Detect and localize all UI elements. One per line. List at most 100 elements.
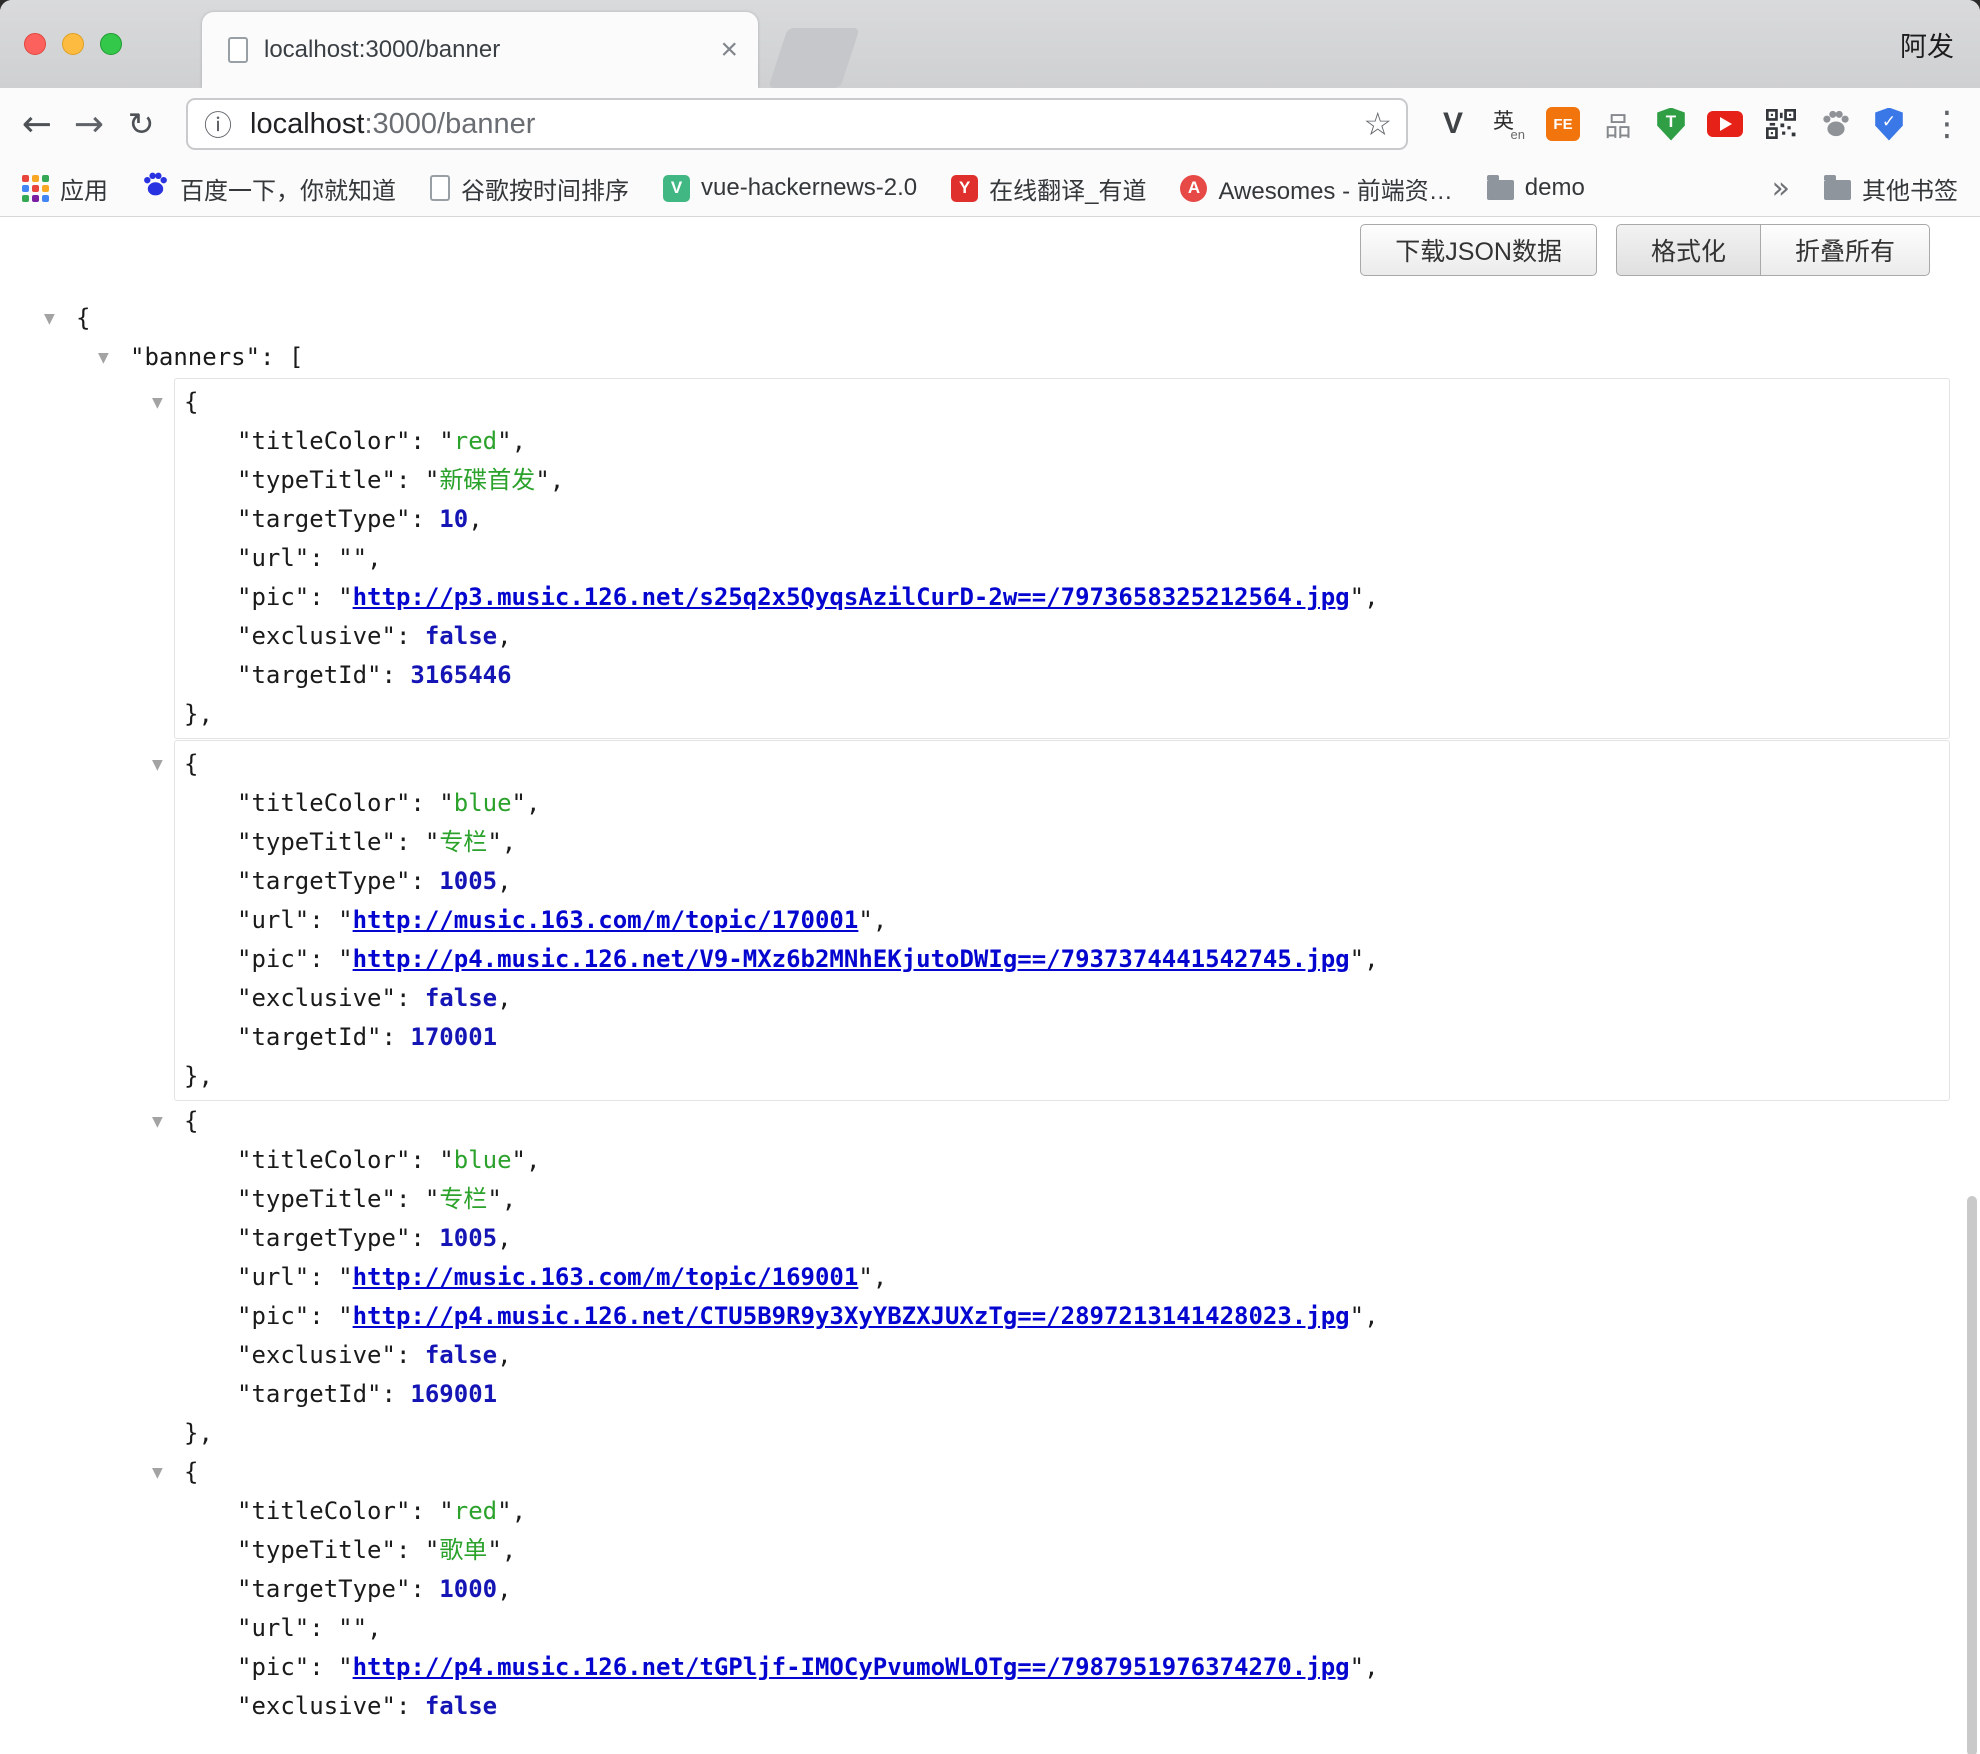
bookmark-item-awesomes[interactable]: A Awesomes - 前端资… bbox=[1180, 171, 1452, 206]
tab-favicon-page-icon bbox=[228, 37, 248, 63]
browser-menu-icon[interactable]: ⋮ bbox=[1930, 88, 1964, 160]
json-object-box: ▼{"titleColor": "red","typeTitle": "新碟首发… bbox=[174, 378, 1950, 739]
json-line: "url": "http://music.163.com/m/topic/170… bbox=[175, 901, 1949, 940]
json-link[interactable]: http://p4.music.126.net/V9-MXz6b2MNhEKju… bbox=[353, 945, 1350, 973]
extension-icons: V 英 en FE 品 T bbox=[1436, 88, 1904, 160]
vue-icon: V bbox=[663, 175, 690, 202]
json-line: "pic": "http://p4.music.126.net/V9-MXz6b… bbox=[175, 940, 1949, 979]
vimium-icon[interactable]: V bbox=[1436, 107, 1470, 141]
json-line: ▼{ bbox=[0, 1453, 1980, 1492]
bookmark-item-google-sort[interactable]: 谷歌按时间排序 bbox=[430, 171, 629, 206]
json-tree: ▼{▼"banners": [▼{"titleColor": "red","ty… bbox=[0, 299, 1980, 1754]
json-line: "targetType": 1000, bbox=[0, 1570, 1980, 1609]
json-line: "exclusive": false, bbox=[175, 617, 1949, 656]
json-link[interactable]: http://p4.music.126.net/CTU5B9R9y3XyYBZX… bbox=[353, 1302, 1350, 1330]
site-info-icon[interactable]: ⓘ bbox=[204, 104, 232, 144]
json-line: "exclusive": false bbox=[0, 1687, 1980, 1726]
back-button[interactable]: ← bbox=[14, 88, 60, 160]
json-line: "url": "", bbox=[0, 1609, 1980, 1648]
url-host: localhost bbox=[250, 108, 364, 140]
apps-grid-icon bbox=[22, 175, 49, 202]
green-shield-icon[interactable]: T bbox=[1656, 108, 1686, 141]
json-line: "url": "", bbox=[175, 539, 1949, 578]
profile-name[interactable]: 阿发 bbox=[1900, 0, 1954, 88]
translate-pen-icon[interactable]: 英 en bbox=[1491, 107, 1525, 141]
window-minimize-button[interactable] bbox=[62, 33, 84, 55]
bookmark-item-apps[interactable]: 应用 bbox=[22, 171, 108, 206]
bookmark-item-baidu[interactable]: 百度一下，你就知道 bbox=[142, 171, 396, 206]
json-line: "titleColor": "red", bbox=[175, 422, 1949, 461]
json-line: "pic": "http://p4.music.126.net/tGPljf-I… bbox=[0, 1648, 1980, 1687]
browser-tab[interactable]: localhost:3000/banner × bbox=[202, 12, 758, 88]
bookmark-item-vue-hackernews[interactable]: V vue-hackernews-2.0 bbox=[663, 174, 917, 202]
window-zoom-button[interactable] bbox=[100, 33, 122, 55]
org-chart-icon[interactable]: 品 bbox=[1601, 107, 1635, 141]
json-link[interactable]: http://p3.music.126.net/s25q2x5QyqsAzilC… bbox=[353, 583, 1350, 611]
folder-icon bbox=[1824, 180, 1851, 200]
bookmarks-overflow-chevron-icon[interactable]: » bbox=[1772, 171, 1790, 206]
page-icon bbox=[430, 175, 450, 201]
vertical-scrollbar[interactable] bbox=[1967, 1196, 1977, 1754]
json-line: "pic": "http://p4.music.126.net/CTU5B9R9… bbox=[0, 1297, 1980, 1336]
folder-icon bbox=[1487, 180, 1514, 200]
bookmark-item-demo[interactable]: demo bbox=[1487, 174, 1585, 202]
youtube-icon[interactable] bbox=[1707, 111, 1743, 137]
json-line: "targetType": 1005, bbox=[175, 862, 1949, 901]
collapse-all-button[interactable]: 折叠所有 bbox=[1760, 224, 1930, 276]
page-content: 下载JSON数据 格式化 折叠所有 ▼{▼"banners": [▼{"titl… bbox=[0, 218, 1980, 1754]
bookmarks-bar: 应用 百度一下，你就知道 谷歌按时间排序 V vue-hackernews-2.… bbox=[0, 160, 1980, 217]
json-line: "pic": "http://p3.music.126.net/s25q2x5Q… bbox=[175, 578, 1949, 617]
collapse-toggle-icon[interactable]: ▼ bbox=[152, 1454, 184, 1493]
action-buttons: 下载JSON数据 格式化 折叠所有 bbox=[1360, 224, 1930, 276]
paw-icon[interactable] bbox=[1819, 107, 1853, 141]
json-line: }, bbox=[175, 1057, 1949, 1096]
json-object-box: ▼{"titleColor": "blue","typeTitle": "专栏"… bbox=[174, 740, 1950, 1101]
bookmark-item-youdao[interactable]: Y 在线翻译_有道 bbox=[951, 171, 1146, 206]
browser-window: localhost:3000/banner × 阿发 ← → ↻ ⓘ local… bbox=[0, 0, 1980, 1754]
collapse-toggle-icon[interactable]: ▼ bbox=[98, 339, 130, 378]
omnibox[interactable]: ⓘ localhost:3000/banner ☆ bbox=[186, 98, 1408, 150]
forward-button[interactable]: → bbox=[66, 88, 112, 160]
collapse-toggle-icon[interactable]: ▼ bbox=[152, 746, 184, 785]
tab-strip: localhost:3000/banner × 阿发 bbox=[0, 0, 1980, 88]
toolbar: ← → ↻ ⓘ localhost:3000/banner ☆ V 英 en F… bbox=[0, 88, 1980, 160]
json-line: "targetType": 1005, bbox=[0, 1219, 1980, 1258]
json-line: "titleColor": "blue", bbox=[175, 784, 1949, 823]
json-line: }, bbox=[175, 695, 1949, 734]
fehelper-icon[interactable]: FE bbox=[1546, 107, 1580, 141]
security-check-icon[interactable]: ✓ bbox=[1874, 108, 1904, 141]
json-line: ▼{ bbox=[0, 299, 1980, 338]
json-line: "titleColor": "blue", bbox=[0, 1141, 1980, 1180]
url-text[interactable]: localhost:3000/banner bbox=[250, 108, 535, 141]
bookmark-star-icon[interactable]: ☆ bbox=[1363, 105, 1392, 143]
collapse-toggle-icon[interactable]: ▼ bbox=[152, 1103, 184, 1142]
qr-code-icon[interactable] bbox=[1764, 107, 1798, 141]
json-line: "typeTitle": "专栏", bbox=[175, 823, 1949, 862]
json-line: "titleColor": "red", bbox=[0, 1492, 1980, 1531]
json-line: "typeTitle": "专栏", bbox=[0, 1180, 1980, 1219]
collapse-toggle-icon[interactable]: ▼ bbox=[44, 300, 76, 339]
youdao-icon: Y bbox=[951, 175, 978, 202]
download-json-button[interactable]: 下载JSON数据 bbox=[1360, 224, 1597, 276]
json-link[interactable]: http://music.163.com/m/topic/169001 bbox=[353, 1263, 859, 1291]
json-line: "targetType": 10, bbox=[175, 500, 1949, 539]
json-line: "typeTitle": "歌单", bbox=[0, 1531, 1980, 1570]
format-button[interactable]: 格式化 bbox=[1616, 224, 1761, 276]
json-line: "typeTitle": "新碟首发", bbox=[175, 461, 1949, 500]
json-link[interactable]: http://music.163.com/m/topic/170001 bbox=[353, 906, 859, 934]
other-bookmarks[interactable]: 其他书签 bbox=[1824, 171, 1958, 206]
json-line: ▼{ bbox=[0, 1102, 1980, 1141]
json-line: ▼"banners": [ bbox=[0, 338, 1980, 377]
reload-button[interactable]: ↻ bbox=[118, 88, 164, 160]
baidu-paw-icon bbox=[142, 171, 169, 205]
json-line: "exclusive": false, bbox=[0, 1336, 1980, 1375]
json-line: ▼{ bbox=[175, 745, 1949, 784]
json-line: "targetId": 170001 bbox=[175, 1018, 1949, 1057]
url-path: :3000/banner bbox=[364, 108, 535, 140]
json-line: }, bbox=[0, 1414, 1980, 1453]
collapse-toggle-icon[interactable]: ▼ bbox=[152, 384, 184, 423]
json-link[interactable]: http://p4.music.126.net/tGPljf-IMOCyPvum… bbox=[353, 1653, 1350, 1681]
window-close-button[interactable] bbox=[24, 33, 46, 55]
new-tab-button[interactable] bbox=[768, 28, 859, 88]
tab-close-icon[interactable]: × bbox=[720, 35, 738, 65]
